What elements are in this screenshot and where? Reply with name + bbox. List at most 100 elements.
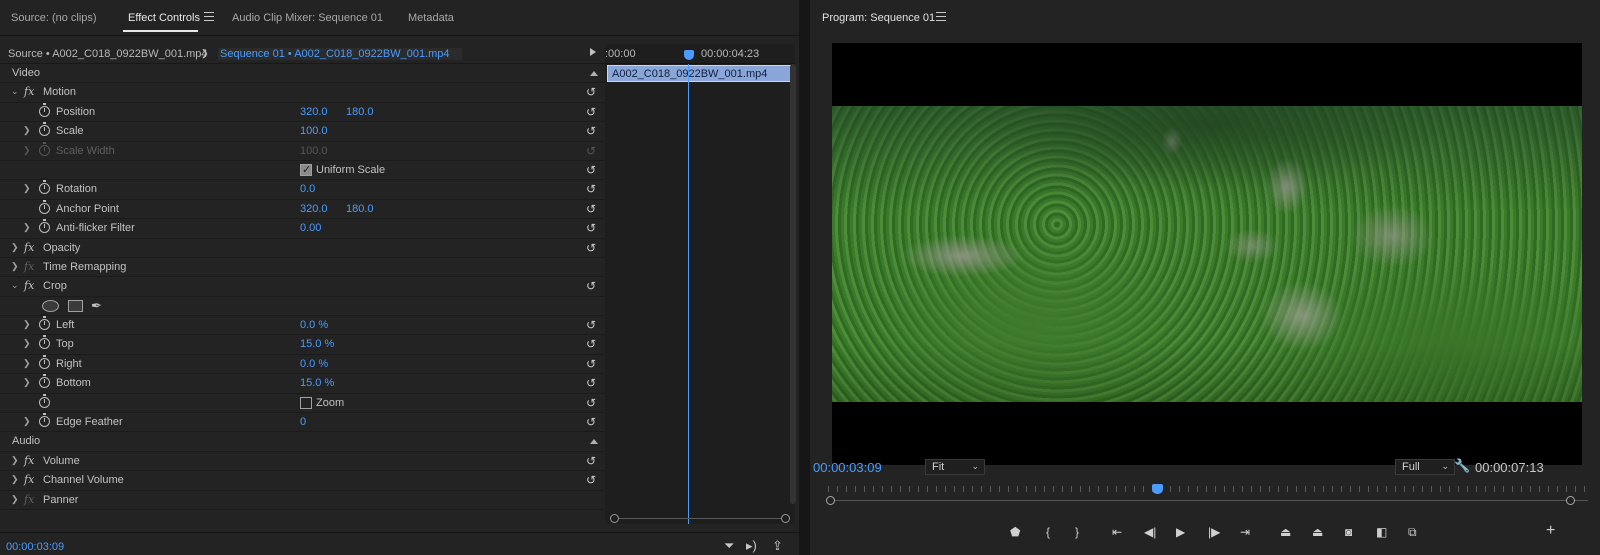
timeline-clip[interactable]: A002_C018_0922BW_001.mp4 bbox=[607, 65, 793, 82]
export-icon[interactable]: ⇪ bbox=[772, 538, 783, 554]
scroll-handle-right[interactable] bbox=[781, 514, 790, 523]
effect-opacity[interactable]: ❯ fx Opacity ↺ bbox=[0, 239, 605, 258]
play-icon[interactable]: ▶ bbox=[1176, 525, 1185, 539]
effect-time-remapping[interactable]: ❯ fx Time Remapping bbox=[0, 258, 605, 278]
expanded-twirl-icon[interactable]: ⌄ bbox=[11, 86, 19, 97]
wrench-icon[interactable]: 🔧 bbox=[1454, 458, 1470, 474]
reset-icon[interactable]: ↺ bbox=[586, 473, 596, 487]
playhead-handle[interactable] bbox=[1152, 484, 1163, 494]
reset-icon[interactable]: ↺ bbox=[586, 124, 596, 138]
reset-icon[interactable]: ↺ bbox=[586, 202, 596, 216]
zoom-handle-right[interactable] bbox=[1566, 496, 1575, 505]
quality-dropdown[interactable]: Full ⌄ bbox=[1395, 459, 1455, 475]
crop-right-value[interactable]: 0.0 % bbox=[300, 358, 328, 370]
collapsed-twirl-icon[interactable]: ❯ bbox=[11, 494, 19, 505]
reset-icon[interactable]: ↺ bbox=[586, 163, 596, 177]
multicam-icon[interactable]: ⧉ bbox=[1408, 525, 1417, 540]
stopwatch-icon[interactable] bbox=[39, 316, 50, 331]
effect-volume[interactable]: ❯ fx Volume ↺ bbox=[0, 452, 605, 472]
reset-icon[interactable]: ↺ bbox=[586, 182, 596, 196]
show-timeline-play-icon[interactable] bbox=[590, 48, 596, 56]
reset-icon[interactable]: ↺ bbox=[586, 376, 596, 390]
tab-audio-clip-mixer[interactable]: Audio Clip Mixer: Sequence 01 bbox=[232, 12, 383, 24]
playhead-handle[interactable] bbox=[684, 50, 694, 60]
vertical-scrollbar[interactable] bbox=[790, 64, 796, 504]
program-monitor-title[interactable]: Program: Sequence 01 bbox=[822, 12, 935, 24]
collapsed-twirl-icon[interactable]: ❯ bbox=[11, 261, 19, 272]
add-marker-icon[interactable]: ⬟ bbox=[1010, 525, 1020, 539]
effect-motion[interactable]: ⌄ fx Motion ↺ bbox=[0, 83, 605, 103]
mark-in-icon[interactable]: { bbox=[1046, 525, 1050, 539]
stopwatch-icon[interactable] bbox=[39, 122, 50, 137]
zoom-bar-track[interactable] bbox=[828, 500, 1588, 501]
collapse-up-icon[interactable] bbox=[590, 71, 598, 76]
reset-icon[interactable]: ↺ bbox=[586, 357, 596, 371]
scale-value[interactable]: 100.0 bbox=[300, 125, 328, 137]
fit-dropdown[interactable]: Fit ⌄ bbox=[925, 459, 985, 475]
crop-top-value[interactable]: 15.0 % bbox=[300, 338, 334, 350]
collapsed-twirl-icon[interactable]: ❯ bbox=[23, 416, 31, 427]
collapsed-twirl-icon[interactable]: ❯ bbox=[23, 183, 31, 194]
crop-bottom-value[interactable]: 15.0 % bbox=[300, 377, 334, 389]
button-editor-plus-icon[interactable]: + bbox=[1546, 522, 1555, 540]
camera-icon[interactable]: ◙ bbox=[1345, 525, 1352, 539]
scroll-handle-left[interactable] bbox=[610, 514, 619, 523]
zoom-checkbox[interactable] bbox=[300, 396, 312, 409]
reset-icon[interactable]: ↺ bbox=[586, 318, 596, 332]
effect-channel-volume[interactable]: ❯ fx Channel Volume ↺ bbox=[0, 471, 605, 491]
panel-divider[interactable] bbox=[799, 0, 810, 555]
zoom-handle-left[interactable] bbox=[826, 496, 835, 505]
tab-effect-controls[interactable]: Effect Controls bbox=[128, 12, 200, 24]
filter-icon[interactable]: ⏷ bbox=[724, 538, 734, 554]
step-forward-icon[interactable]: |▶ bbox=[1208, 525, 1220, 539]
crop-left-value[interactable]: 0.0 % bbox=[300, 319, 328, 331]
source-clip-label[interactable]: Source • A002_C018_0922BW_001.mp4 bbox=[8, 48, 208, 60]
reset-icon[interactable]: ↺ bbox=[586, 85, 596, 99]
extract-icon[interactable]: ⏏ bbox=[1312, 525, 1323, 539]
rotation-value[interactable]: 0.0 bbox=[300, 183, 315, 195]
effect-controls-timeline[interactable]: :00:00 00:00:04:23 A002_C018_0922BW_001.… bbox=[605, 44, 795, 524]
fx-icon[interactable]: fx bbox=[24, 241, 34, 254]
tab-metadata[interactable]: Metadata bbox=[408, 12, 454, 24]
go-to-in-icon[interactable]: ⇤ bbox=[1112, 525, 1122, 539]
stopwatch-icon[interactable] bbox=[39, 335, 50, 350]
anchor-x-value[interactable]: 320.0 bbox=[300, 203, 328, 215]
collapsed-twirl-icon[interactable]: ❯ bbox=[23, 125, 31, 136]
comparison-view-icon[interactable]: ◧ bbox=[1376, 525, 1387, 539]
position-y-value[interactable]: 180.0 bbox=[346, 106, 374, 118]
play-audio-icon[interactable]: ▸) bbox=[746, 538, 757, 554]
fx-icon[interactable]: fx bbox=[24, 454, 34, 467]
fx-icon[interactable]: fx bbox=[24, 473, 34, 486]
chevron-down-icon[interactable]: ❯ bbox=[201, 48, 209, 59]
effect-crop[interactable]: ⌄ fx Crop ↺ bbox=[0, 277, 605, 297]
anchor-y-value[interactable]: 180.0 bbox=[346, 203, 374, 215]
reset-icon[interactable]: ↺ bbox=[586, 105, 596, 119]
reset-icon[interactable]: ↺ bbox=[586, 337, 596, 351]
step-back-icon[interactable]: ◀| bbox=[1144, 525, 1156, 539]
zoom-scrollbar[interactable] bbox=[610, 514, 790, 524]
reset-icon[interactable]: ↺ bbox=[586, 279, 596, 293]
reset-icon[interactable]: ↺ bbox=[586, 241, 596, 255]
fx-icon[interactable]: fx bbox=[24, 279, 34, 292]
scroll-track[interactable] bbox=[619, 518, 781, 519]
collapsed-twirl-icon[interactable]: ❯ bbox=[23, 222, 31, 233]
playhead-timecode[interactable]: 00:00:03:09 bbox=[813, 460, 882, 475]
collapsed-twirl-icon[interactable]: ❯ bbox=[23, 338, 31, 349]
stopwatch-icon[interactable] bbox=[39, 354, 50, 369]
sequence-clip-label[interactable]: Sequence 01 • A002_C018_0922BW_001.mp4 bbox=[218, 48, 462, 60]
mark-out-icon[interactable]: } bbox=[1075, 525, 1079, 539]
current-timecode[interactable]: 00:00:03:09 bbox=[6, 541, 64, 553]
tab-source[interactable]: Source: (no clips) bbox=[11, 12, 97, 24]
stopwatch-icon[interactable] bbox=[39, 199, 50, 214]
collapsed-twirl-icon[interactable]: ❯ bbox=[11, 474, 19, 485]
reset-icon[interactable]: ↺ bbox=[586, 454, 596, 468]
collapsed-twirl-icon[interactable]: ❯ bbox=[23, 358, 31, 369]
stopwatch-icon[interactable] bbox=[39, 374, 50, 389]
effect-panner[interactable]: ❯ fx Panner bbox=[0, 491, 605, 510]
reset-icon[interactable]: ↺ bbox=[586, 415, 596, 429]
program-video-frame[interactable] bbox=[832, 43, 1582, 465]
program-time-ruler[interactable] bbox=[826, 480, 1588, 510]
reset-icon[interactable]: ↺ bbox=[586, 221, 596, 235]
antiflicker-value[interactable]: 0.00 bbox=[300, 222, 321, 234]
collapse-up-icon[interactable] bbox=[590, 439, 598, 445]
